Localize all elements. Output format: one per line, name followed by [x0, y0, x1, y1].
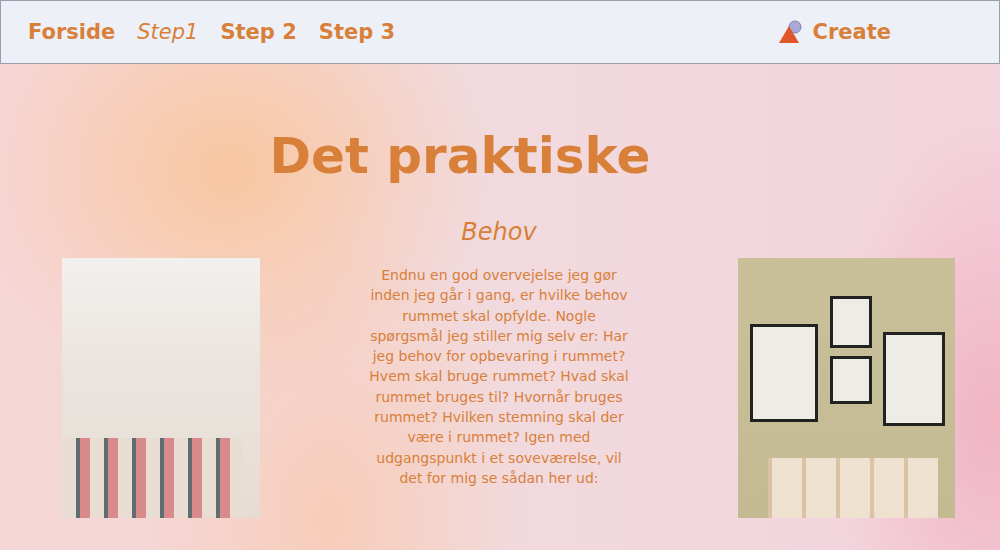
shelf-shape: [768, 458, 938, 518]
nav-link[interactable]: Forside: [28, 20, 115, 44]
create-logo-icon: [777, 19, 803, 45]
nav-link[interactable]: Step1: [137, 20, 198, 44]
nav-link[interactable]: Step 3: [319, 20, 395, 44]
bed-shape: [62, 438, 242, 518]
brand-name: Create: [813, 20, 891, 44]
frame-shape: [830, 356, 872, 404]
top-nav: Forside Step1 Step 2 Step 3 Create: [0, 0, 1000, 64]
nav-links: Forside Step1 Step 2 Step 3: [28, 20, 395, 44]
page: Forside Step1 Step 2 Step 3 Create Det prakti…: [0, 0, 1000, 550]
section-title: Behov: [461, 216, 536, 248]
frame-shape: [883, 332, 945, 426]
bedroom-photo: [62, 258, 260, 518]
section-text: Endnu en god overvejelse jeg gør inden j…: [368, 265, 630, 488]
frame-shape: [830, 296, 872, 348]
text-column: Behov Endnu en god overvejelse jeg gør in…: [260, 186, 738, 518]
page-title: Det praktiske: [0, 126, 1000, 186]
brand[interactable]: Create: [777, 19, 891, 45]
gallery-wall-photo: [738, 258, 955, 518]
content-row: Behov Endnu en god overvejelse jeg gør in…: [0, 186, 1000, 518]
nav-link[interactable]: Step 2: [220, 20, 296, 44]
frame-shape: [750, 324, 818, 422]
content: Det praktiske Behov Endnu en god overvejel…: [0, 64, 1000, 518]
